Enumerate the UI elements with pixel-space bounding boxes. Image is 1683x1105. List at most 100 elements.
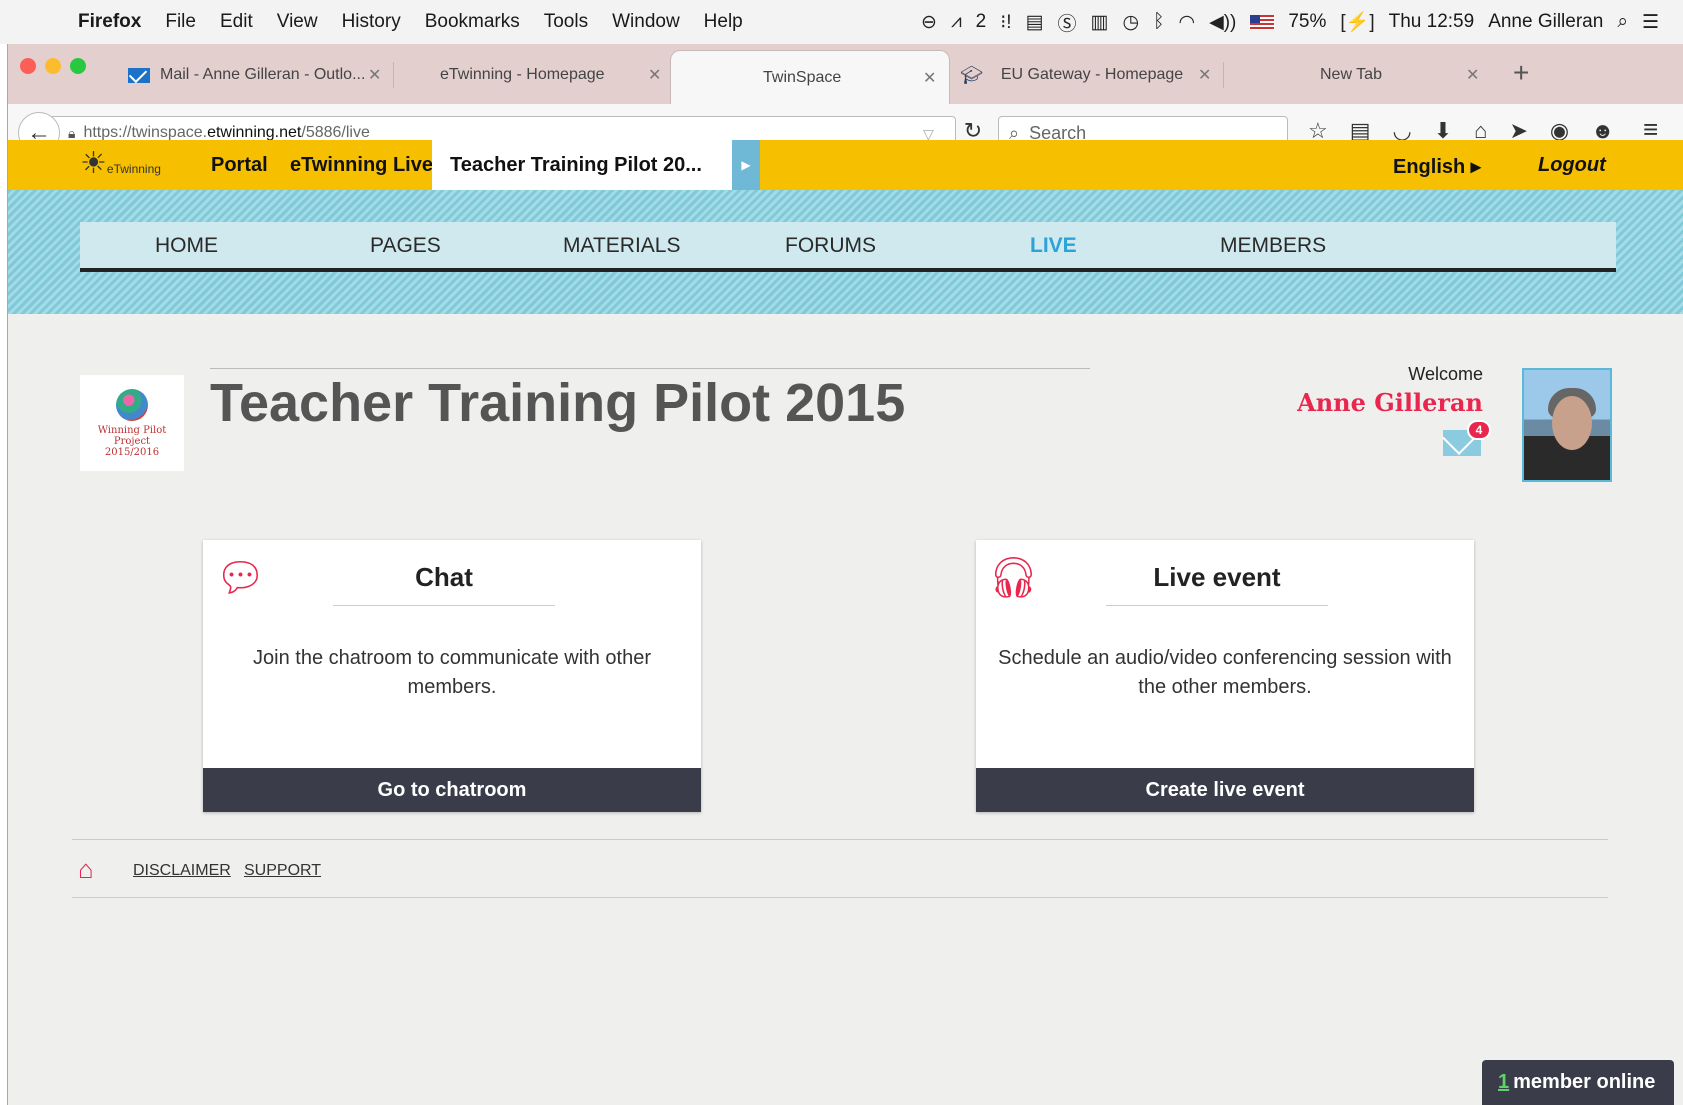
activity-icon[interactable]: ⁝! (1000, 11, 1011, 34)
headphones-icon: 🎧︎ (988, 556, 1039, 600)
minimize-window-button[interactable] (45, 58, 61, 74)
tab-close-icon[interactable]: ✕ (648, 65, 661, 85)
tab-label: TwinSpace (763, 68, 842, 86)
footer-divider-bottom (72, 897, 1608, 898)
online-count[interactable]: 1 (1498, 1071, 1509, 1094)
nav-pages[interactable]: PAGES (370, 234, 441, 258)
nav-members[interactable]: MEMBERS (1220, 234, 1326, 258)
status-area: ⊖ ⩘ 2 ⁝! ▤ Ⓢ ▥ ◷ ᛒ ◠ ◀︎)) 75% [⚡] Thu 12… (921, 0, 1683, 44)
graduation-cap-icon: 🎓︎ (960, 64, 983, 85)
spotlight-search-icon[interactable]: ⌕ (1617, 11, 1628, 33)
time-machine-icon[interactable]: ◷ (1122, 11, 1139, 34)
tab-close-icon[interactable]: ✕ (1466, 65, 1479, 85)
lock-icon[interactable]: 🔒︎ (68, 125, 75, 142)
avatar[interactable] (1522, 368, 1612, 482)
logout-link[interactable]: Logout (1538, 154, 1606, 177)
menu-firefox[interactable]: Firefox (78, 11, 141, 33)
project-logo: Winning Pilot Project 2015/2016 (80, 375, 184, 471)
avatar-face (1552, 396, 1592, 450)
s-icon[interactable]: Ⓢ (1058, 9, 1077, 36)
tab-separator (393, 62, 394, 88)
etwinning-logo[interactable]: ☀eTwinning (80, 146, 161, 181)
notification-list-icon[interactable]: ☰ (1642, 11, 1659, 34)
minus-circle-icon[interactable]: ⊖ (921, 11, 937, 34)
tab-label: New Tab (1320, 66, 1382, 83)
nav-live[interactable]: LIVE (1030, 234, 1077, 258)
create-live-event-button[interactable]: Create live event (976, 768, 1474, 812)
printer-icon[interactable]: ▤ (1026, 11, 1044, 34)
card-description: Schedule an audio/video conferencing ses… (998, 647, 1452, 698)
tab-strip: Mail - Anne Gilleran - Outlo... ✕ eTwinn… (8, 44, 1683, 104)
live-event-card: 🎧︎ Live event Schedule an audio/video co… (976, 540, 1474, 812)
page-title: Teacher Training Pilot 2015 (210, 373, 906, 433)
chat-card: 💬︎ Chat Join the chatroom to communicate… (203, 540, 701, 812)
language-selector[interactable]: English ▸ (1393, 154, 1481, 179)
zoom-window-button[interactable] (70, 58, 86, 74)
memory-icon[interactable]: ▥ (1091, 11, 1109, 34)
members-online-widget[interactable]: 1 member online (1482, 1060, 1674, 1105)
battery-percent[interactable]: 75% (1288, 11, 1326, 33)
tab-label: Mail - Anne Gilleran - Outlo... (160, 66, 366, 83)
card-description: Join the chatroom to communicate with ot… (253, 647, 651, 698)
tab-etwinning-homepage[interactable]: eTwinning - Homepage ✕ (440, 50, 670, 100)
chat-bubble-icon: 💬︎ (215, 556, 266, 600)
etwinning-live-link[interactable]: eTwinning Live (290, 154, 433, 177)
wifi-icon[interactable]: ◠ (1178, 11, 1195, 34)
nav-forums[interactable]: FORUMS (785, 234, 876, 258)
tab-label: EU Gateway - Homepage (1000, 66, 1184, 83)
clock[interactable]: Thu 12:59 (1389, 11, 1475, 33)
us-flag-icon[interactable] (1250, 14, 1275, 30)
support-link[interactable]: SUPPORT (244, 862, 321, 880)
menu-view[interactable]: View (277, 11, 318, 33)
welcome-label: Welcome (1408, 364, 1483, 384)
new-tab-button[interactable]: + (1513, 57, 1529, 89)
online-label: member online (1513, 1071, 1656, 1093)
etwinning-header: ☀eTwinning Portal eTwinning Live Teacher… (8, 140, 1683, 190)
menu-file[interactable]: File (165, 11, 196, 33)
battery-charging-icon[interactable]: [⚡] (1340, 10, 1374, 34)
tab-close-icon[interactable]: ✕ (368, 65, 381, 85)
bluetooth-icon[interactable]: ᛒ (1153, 11, 1164, 33)
nav-materials[interactable]: MATERIALS (563, 234, 680, 258)
menu-history[interactable]: History (342, 11, 401, 33)
card-title: Chat (333, 562, 555, 606)
card-title: Live event (1106, 562, 1328, 606)
footer-divider-top (72, 839, 1608, 840)
title-divider (210, 368, 1090, 369)
tab-separator (1223, 62, 1224, 88)
expand-arrow-icon[interactable]: ▶ (732, 140, 760, 190)
menu-tools[interactable]: Tools (544, 11, 588, 33)
menu-window[interactable]: Window (612, 11, 680, 33)
nav-home[interactable]: HOME (155, 234, 218, 258)
message-count-badge[interactable]: 4 (1467, 420, 1491, 440)
volume-icon[interactable]: ◀︎)) (1209, 11, 1236, 34)
menu-bookmarks[interactable]: Bookmarks (425, 11, 520, 33)
menubar-user[interactable]: Anne Gilleran (1488, 11, 1603, 33)
current-twinspace-label: Teacher Training Pilot 20... (450, 153, 702, 176)
tab-twinspace[interactable]: TwinSpace ✕ (670, 50, 950, 104)
tab-new-tab[interactable]: New Tab ✕ (1238, 50, 1488, 100)
close-window-button[interactable] (20, 58, 36, 74)
project-logo-year: 2015/2016 (104, 447, 160, 458)
tab-eu-gateway[interactable]: 🎓︎ EU Gateway - Homepage ✕ (960, 50, 1220, 100)
tab-close-icon[interactable]: ✕ (923, 68, 936, 88)
menu-edit[interactable]: Edit (220, 11, 253, 33)
portal-link[interactable]: Portal (211, 154, 268, 177)
globe-icon (116, 389, 148, 421)
user-name[interactable]: Anne Gilleran (1297, 388, 1483, 417)
twinspace-nav: HOME PAGES MATERIALS FORUMS LIVE MEMBERS (80, 222, 1616, 272)
mail-icon (128, 67, 150, 83)
tab-mail[interactable]: Mail - Anne Gilleran - Outlo... ✕ (128, 50, 390, 100)
etwinning-logo-text: eTwinning (106, 162, 161, 176)
current-twinspace-tab[interactable]: Teacher Training Pilot 20... (432, 140, 732, 190)
footer-home-icon[interactable]: ⌂ (78, 854, 94, 885)
macos-menubar: Firefox File Edit View History Bookmarks… (0, 0, 1683, 44)
project-logo-text: Winning Pilot Project (97, 425, 167, 447)
menu-help[interactable]: Help (704, 11, 743, 33)
go-to-chatroom-button[interactable]: Go to chatroom (203, 768, 701, 812)
adobe-icon[interactable]: ⩘ (951, 11, 962, 33)
tab-close-icon[interactable]: ✕ (1198, 65, 1211, 85)
adobe-badge: 2 (975, 11, 987, 32)
disclaimer-link[interactable]: DISCLAIMER (133, 862, 231, 880)
tab-label: eTwinning - Homepage (440, 66, 605, 83)
